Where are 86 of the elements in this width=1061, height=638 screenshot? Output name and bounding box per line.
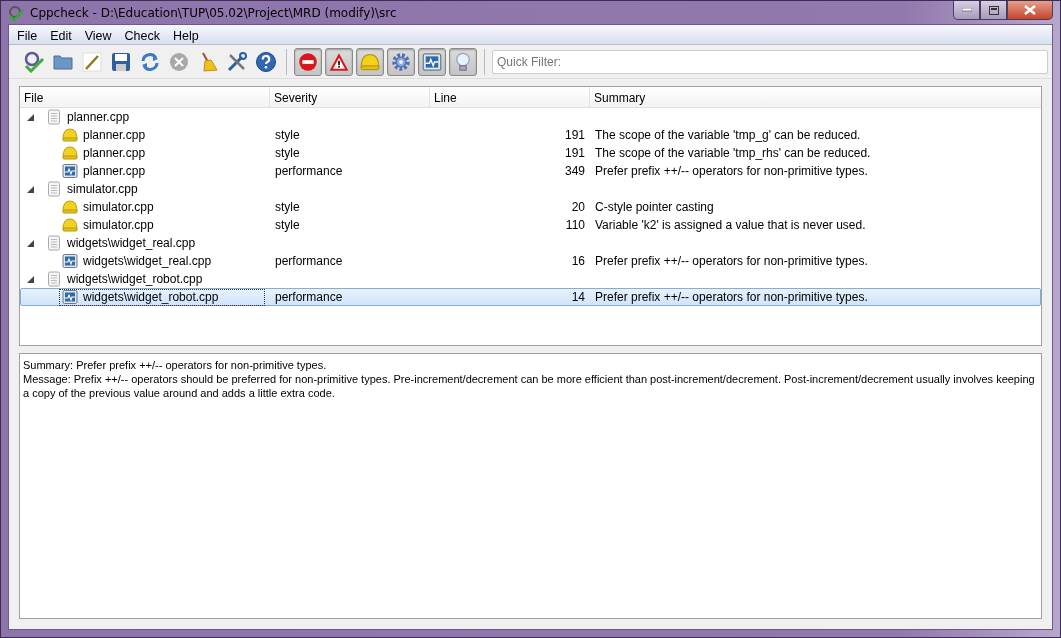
file-name: widgets\widget_real.cpp — [83, 254, 212, 268]
result-row[interactable]: planner.cpp performance 349 Prefer prefix ++/-- operators for non-primitive types. — [20, 162, 1041, 180]
result-row[interactable]: simulator.cpp style 110 Variable 'k2' is assigned a value that is never used. — [20, 216, 1041, 234]
maximize-button[interactable] — [980, 1, 1007, 20]
file-name: simulator.cpp — [83, 218, 154, 232]
summary-text: Variable 'k2' is assigned a value that is never used. — [595, 218, 866, 232]
filter-toggle-button[interactable] — [387, 47, 415, 76]
menu-item[interactable]: Check — [116, 25, 160, 44]
filter-toggle-button[interactable] — [356, 47, 384, 76]
line-number: 349 — [564, 164, 585, 178]
severity-text: style — [275, 146, 300, 160]
menu-item[interactable]: View — [76, 25, 112, 44]
column-header[interactable]: Severity — [270, 87, 430, 107]
floppy-icon — [110, 50, 132, 73]
expand-arrow-icon[interactable] — [27, 239, 34, 247]
monitor-icon — [422, 51, 442, 72]
filter-toggle-button[interactable] — [294, 47, 322, 76]
menu-item[interactable]: Help — [165, 25, 199, 44]
lightbulb-icon — [453, 51, 473, 72]
menu-item[interactable]: File — [9, 25, 38, 44]
filter-toggle-button[interactable] — [449, 47, 477, 76]
stop-icon — [298, 51, 318, 72]
checkmark-icon — [23, 50, 45, 73]
line-number: 191 — [564, 128, 585, 142]
line-number: 14 — [571, 290, 585, 304]
close-button[interactable] — [1007, 1, 1053, 20]
document-icon — [46, 109, 62, 125]
maximize-icon — [988, 5, 999, 15]
document-icon — [46, 181, 62, 197]
summary-text: Prefer prefix ++/-- operators for non-primitive types. — [595, 290, 868, 304]
cross-circle-icon — [168, 50, 190, 73]
severity-text: performance — [275, 290, 343, 304]
app-logo-icon — [8, 4, 24, 21]
line-number: 16 — [571, 254, 585, 268]
helmet-icon — [360, 51, 380, 72]
document-icon — [46, 271, 62, 287]
help-icon — [255, 50, 277, 73]
file-name: widgets\widget_real.cpp — [67, 236, 196, 250]
line-number: 110 — [565, 218, 585, 232]
message-text: Message: Prefix ++/-- operators should be preferred for non-primitive types. Pre-increment/decrement can be more efficient than post-increment/decrement. Post-increment/decrement usually involves keeping a copy of the previous value around and adds a little extra code. — [23, 372, 1036, 400]
quick-filter-field[interactable]: Quick Filter: — [492, 49, 1048, 74]
expand-arrow-icon[interactable] — [27, 113, 34, 121]
severity-text: performance — [275, 254, 343, 268]
result-row[interactable]: widgets\widget_real.cpp performance 16 Prefer prefix ++/-- operators for non-primitive types. — [20, 252, 1041, 270]
severity-text: performance — [275, 164, 343, 178]
filter-toggle-button[interactable] — [325, 47, 353, 76]
summary-text: C-style pointer casting — [595, 200, 714, 214]
file-name: widgets\widget_robot.cpp — [67, 272, 203, 286]
severity-text: style — [275, 128, 300, 142]
column-header[interactable]: Summary — [590, 87, 1041, 107]
document-icon — [46, 235, 62, 251]
severity-text: style — [275, 200, 300, 214]
summary-text: The scope of the variable 'tmp_g' can be reduced. — [595, 128, 861, 142]
result-row[interactable]: simulator.cpp style 20 C-style pointer casting — [20, 198, 1041, 216]
expand-arrow-icon[interactable] — [27, 185, 34, 193]
refresh-icon — [139, 50, 161, 73]
result-row[interactable]: widgets\widget_robot.cpp performance 14 Prefer prefix ++/-- operators for non-primitive types. — [20, 288, 1041, 306]
gear-icon — [391, 51, 411, 72]
minimize-icon — [961, 8, 972, 12]
file-name: planner.cpp — [83, 146, 146, 160]
result-row[interactable]: planner.cpp style 191 The scope of the variable 'tmp_rhs' can be reduced. — [20, 144, 1041, 162]
file-name: simulator.cpp — [67, 182, 138, 196]
expand-arrow-icon[interactable] — [27, 275, 34, 283]
column-header[interactable]: File — [20, 87, 270, 107]
file-name: widgets\widget_robot.cpp — [83, 290, 219, 304]
minimize-button[interactable] — [953, 1, 980, 20]
file-name: simulator.cpp — [83, 200, 154, 214]
file-name: planner.cpp — [83, 128, 146, 142]
line-number: 191 — [564, 146, 585, 160]
summary-text: Prefer prefix ++/-- operators for non-primitive types. — [595, 164, 868, 178]
result-row[interactable]: planner.cpp style 191 The scope of the variable 'tmp_g' can be reduced. — [20, 126, 1041, 144]
close-icon — [1024, 5, 1036, 15]
severity-text: style — [275, 218, 300, 232]
pencil-icon — [81, 50, 103, 73]
summary-text: Summary: Prefer prefix ++/-- operators for non-primitive types. — [23, 358, 328, 372]
tools-icon — [226, 50, 248, 73]
warning-icon — [329, 51, 349, 72]
filter-toggle-button[interactable] — [418, 47, 446, 76]
line-number: 20 — [571, 200, 585, 214]
file-name: planner.cpp — [83, 164, 146, 178]
summary-text: Prefer prefix ++/-- operators for non-primitive types. — [595, 254, 868, 268]
window-title: Cppcheck - D:\Education\TUP\05.02\Project\MRD (modify)\src — [30, 5, 397, 20]
column-header[interactable]: Line — [430, 87, 590, 107]
summary-text: The scope of the variable 'tmp_rhs' can be reduced. — [595, 146, 871, 160]
file-name: planner.cpp — [67, 110, 130, 124]
menu-item[interactable]: Edit — [42, 25, 72, 44]
